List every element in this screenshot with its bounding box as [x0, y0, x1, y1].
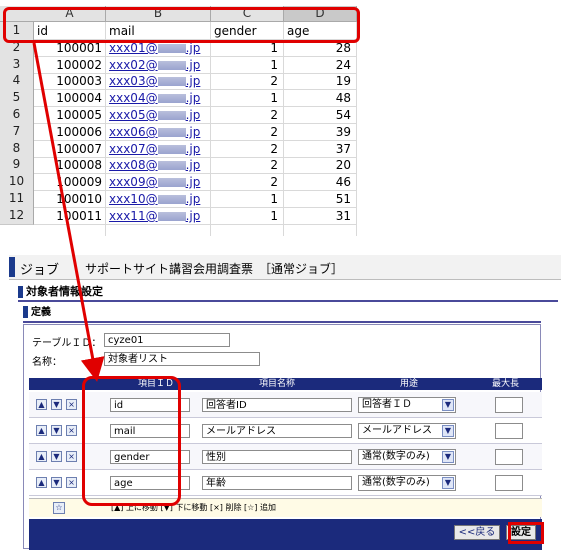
arrow-to-item-id	[32, 42, 105, 382]
connector-arrows	[32, 42, 105, 382]
